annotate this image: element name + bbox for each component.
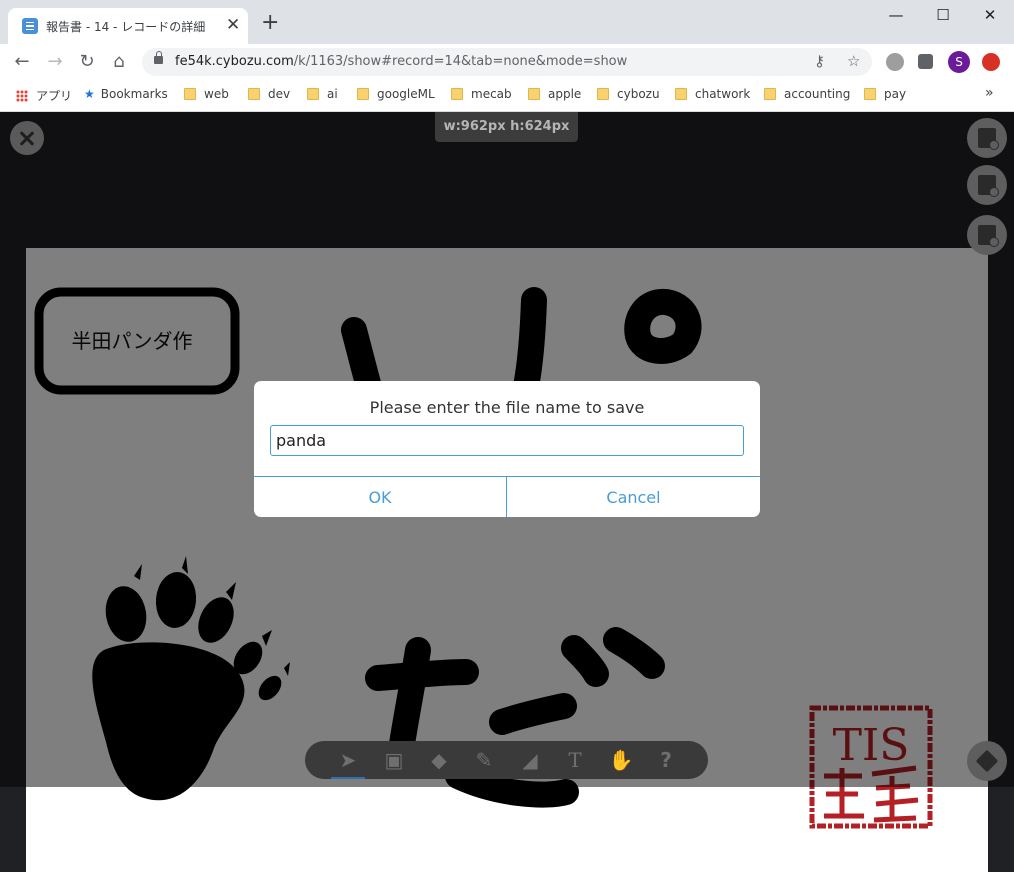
folder-icon <box>597 88 609 100</box>
maximize-button[interactable]: ☐ <box>923 6 963 24</box>
folder-icon <box>675 88 687 100</box>
close-editor-icon[interactable] <box>10 121 44 155</box>
pen-tool-icon[interactable]: ✎ <box>471 749 497 771</box>
bookmark-star-icon[interactable]: ☆ <box>847 52 860 70</box>
bookmark-bookmarks[interactable]: ★ Bookmarks <box>84 87 168 101</box>
new-tab-button[interactable]: + <box>261 12 279 34</box>
tab-strip: 報告書 - 14 - レコードの詳細 ✕ + — ☐ ✕ <box>0 0 1014 44</box>
bookmark-apps[interactable]: アプリ <box>16 87 72 104</box>
bookmarks-bar: アプリ ★ Bookmarks web dev ai googleML mecab… <box>0 80 1014 112</box>
dialog-button-row: OK Cancel <box>254 476 760 517</box>
key-icon[interactable]: ⚷ <box>814 52 825 70</box>
close-window-button[interactable]: ✕ <box>970 6 1010 24</box>
tab-close-icon[interactable]: ✕ <box>226 16 240 34</box>
help-tool-icon[interactable]: ? <box>653 749 679 771</box>
save-file-button[interactable] <box>967 165 1007 205</box>
folder-icon <box>528 88 540 100</box>
minimize-button[interactable]: — <box>876 6 916 24</box>
address-bar[interactable]: fe54k.cybozu.com/k/1163/show#record=14&t… <box>142 48 872 76</box>
folder-icon <box>307 88 319 100</box>
folder-icon <box>864 88 876 100</box>
browser-toolbar: ← → ↻ ⌂ fe54k.cybozu.com/k/1163/show#rec… <box>0 44 1014 80</box>
cancel-button[interactable]: Cancel <box>507 477 760 517</box>
eraser-tool-icon[interactable]: ◢ <box>517 749 543 771</box>
back-icon[interactable]: ← <box>11 51 33 73</box>
bookmark-folder-mecab[interactable]: mecab <box>451 87 512 101</box>
bookmark-folder-apple[interactable]: apple <box>528 87 581 101</box>
star-icon: ★ <box>84 87 95 101</box>
bookmark-folder-web[interactable]: web <box>184 87 229 101</box>
badge-dot <box>989 140 999 150</box>
hand-tool-icon[interactable]: ✋ <box>608 749 634 771</box>
bookmark-folder-chatwork[interactable]: chatwork <box>675 87 750 101</box>
select-tool-icon[interactable]: ➤ <box>331 749 365 779</box>
profile-avatar[interactable]: S <box>948 51 970 73</box>
bookmark-folder-cybozu[interactable]: cybozu <box>597 87 660 101</box>
extensions-puzzle-icon[interactable] <box>918 54 933 69</box>
svg-text:TIS: TIS <box>833 720 910 771</box>
layers-button[interactable] <box>967 741 1007 781</box>
bookmark-folder-ai[interactable]: ai <box>307 87 338 101</box>
url-text: fe54k.cybozu.com/k/1163/show#record=14&t… <box>175 54 628 69</box>
forward-icon[interactable]: → <box>44 51 66 73</box>
text-tool-icon[interactable]: T <box>562 749 588 771</box>
folder-icon <box>248 88 260 100</box>
folder-icon <box>451 88 463 100</box>
bookmarks-overflow-icon[interactable]: » <box>985 85 994 101</box>
shapes-tool-icon[interactable]: ◆ <box>426 749 452 771</box>
reload-icon[interactable]: ↻ <box>76 51 98 73</box>
kintone-favicon-icon <box>22 18 38 34</box>
filename-input[interactable] <box>270 425 744 456</box>
browser-tab[interactable]: 報告書 - 14 - レコードの詳細 ✕ <box>8 8 248 44</box>
bookmark-folder-googleml[interactable]: googleML <box>357 87 435 101</box>
bookmark-folder-accounting[interactable]: accounting <box>764 87 850 101</box>
ok-button[interactable]: OK <box>254 477 507 517</box>
canvas-size-badge: w:962px h:624px <box>435 112 578 142</box>
badge-dot <box>989 187 999 197</box>
author-label: 半田パンダ作 <box>72 329 193 353</box>
bookmark-folder-dev[interactable]: dev <box>248 87 290 101</box>
folder-icon <box>764 88 776 100</box>
lock-icon <box>154 51 163 64</box>
apps-grid-icon <box>16 90 28 102</box>
extension-home-icon[interactable] <box>982 53 1000 71</box>
home-icon[interactable]: ⌂ <box>108 51 130 73</box>
dialog-title: Please enter the file name to save <box>369 398 645 417</box>
image-tool-icon[interactable]: ▣ <box>381 749 407 771</box>
bookmark-folder-pay[interactable]: pay <box>864 87 906 101</box>
layers-icon <box>975 749 999 773</box>
print-button[interactable] <box>967 215 1007 255</box>
save-file-dialog: Please enter the file name to save OK Ca… <box>254 381 760 517</box>
folder-icon <box>184 88 196 100</box>
tab-title: 報告書 - 14 - レコードの詳細 <box>46 20 206 34</box>
bottom-toolbar: ➤ ▣ ◆ ✎ ◢ T ✋ ? <box>305 741 708 779</box>
folder-icon <box>357 88 369 100</box>
badge-dot <box>989 237 999 247</box>
extension-gear-icon[interactable] <box>886 53 904 71</box>
insert-image-button[interactable] <box>967 118 1007 158</box>
